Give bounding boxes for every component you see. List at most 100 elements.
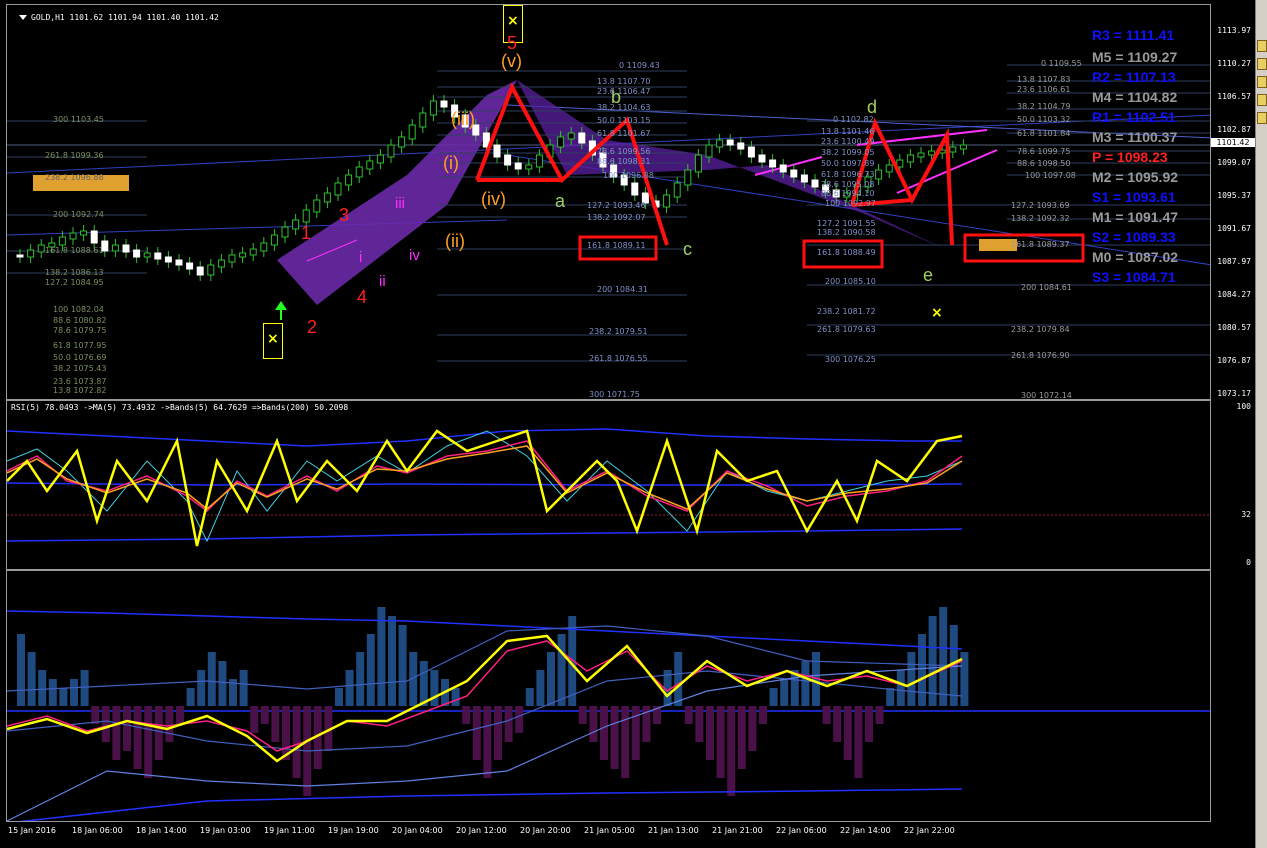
time-tick: 19 Jan 19:00 <box>328 826 379 835</box>
fib-mid2-label: 300 1076.25 <box>825 355 876 364</box>
fib-left-label: 200 1092.74 <box>53 210 104 219</box>
fib-right-label: 23.6 1106.61 <box>1017 85 1071 94</box>
fib-mid-label: 0 1109.43 <box>619 61 660 70</box>
time-tick: 20 Jan 04:00 <box>392 826 443 835</box>
toolbar-button[interactable] <box>1257 112 1267 124</box>
time-tick: 22 Jan 22:00 <box>904 826 955 835</box>
fib-mid-label: 88.6 1098.31 <box>597 157 651 166</box>
rsi-pane[interactable]: RSI(5) 78.0493 ->MA(5) 73.4932 ->Bands(5… <box>6 400 1211 570</box>
x-marker-e: × <box>931 305 943 321</box>
histogram-chart-svg <box>7 607 1210 821</box>
pivot-label-m0: M0 = 1087.02 <box>1092 249 1179 265</box>
toolbar-button[interactable] <box>1257 76 1267 88</box>
price-tick: 1099.07 <box>1217 158 1251 167</box>
fib-right-label: 261.8 1076.90 <box>1011 351 1070 360</box>
fib-right-label: 100 1097.08 <box>1025 171 1076 180</box>
fib-mid-label: 100 1096.88 <box>603 171 654 180</box>
price-tick: 1087.97 <box>1217 257 1251 266</box>
fib-right-label: 61.8 1101.84 <box>1017 129 1071 138</box>
rsi-tick: 100 <box>1236 402 1251 411</box>
pivot-label-s1: S1 = 1093.61 <box>1092 189 1176 205</box>
time-axis[interactable]: 15 Jan 2016 18 Jan 06:00 18 Jan 14:00 19… <box>6 822 1211 848</box>
fib-right-label: 0 1109.55 <box>1041 59 1082 68</box>
pivot-label-p: P = 1098.23 <box>1092 149 1168 165</box>
chart-menu-arrow-icon[interactable] <box>19 15 27 20</box>
fib-mid2-label: 78.6 1095.08 <box>821 180 875 189</box>
pivot-label-r3: R3 = 1111.41 <box>1092 27 1175 43</box>
fib-left-label: 138.2 1086.13 <box>45 268 104 277</box>
pivot-label-m1: M1 = 1091.47 <box>1092 209 1179 225</box>
fib-left-label: 61.8 1077.95 <box>53 341 107 350</box>
wave-label-c: c <box>683 239 692 259</box>
time-tick: 19 Jan 11:00 <box>264 826 315 835</box>
fib-mid-label: 61.8 1101.67 <box>597 129 651 138</box>
fib-mid-label: 200 1084.31 <box>597 285 648 294</box>
time-tick: 22 Jan 14:00 <box>840 826 891 835</box>
time-tick: 22 Jan 06:00 <box>776 826 827 835</box>
rsi-chart-svg <box>7 428 1210 547</box>
fib-mid2-label: 0 1102.82 <box>833 115 874 124</box>
fib-left-label: 161.8 1088.61 <box>45 246 104 255</box>
chart-window: GOLD,H1 1101.62 1101.94 1101.40 1101.42 … <box>0 0 1267 848</box>
pivot-label-m3: M3 = 1100.37 <box>1092 129 1178 145</box>
rsi-axis[interactable]: 100 32 0 <box>1211 400 1255 570</box>
fib-right-label: 78.6 1099.75 <box>1017 147 1071 156</box>
fib-left-label: 300 1103.45 <box>53 115 104 124</box>
chart-title: GOLD,H1 1101.62 1101.94 1101.40 1101.42 <box>31 13 219 22</box>
fib-left-label: 88.6 1080.82 <box>53 316 107 325</box>
x-marker-bottom: × <box>267 331 279 347</box>
time-tick: 18 Jan 06:00 <box>72 826 123 835</box>
wave-label-paren-iii: (iii) <box>451 109 475 129</box>
wave-label-2: 2 <box>307 317 318 337</box>
fib-left-label: 238.2 1096.88 <box>45 173 104 182</box>
pivot-label-s2: S2 = 1089.33 <box>1092 229 1176 245</box>
price-axis[interactable]: 1113.97 1110.27 1106.57 1102.87 1099.07 … <box>1211 4 1255 400</box>
fib-left-label: 261.8 1099.36 <box>45 151 104 160</box>
time-tick: 21 Jan 13:00 <box>648 826 699 835</box>
pivot-label-s3: S3 = 1084.71 <box>1092 269 1176 285</box>
time-tick: 15 Jan 2016 <box>8 826 56 835</box>
fib-mid-label: 78.6 1099.56 <box>597 147 651 156</box>
fib-right-label: 127.2 1093.69 <box>1011 201 1070 210</box>
histogram-axis <box>1211 570 1255 822</box>
fib-left-label: 127.2 1084.95 <box>45 278 104 287</box>
fib-right-label: 161.8 1089.37 <box>1011 240 1070 249</box>
histogram-pane[interactable] <box>6 570 1211 822</box>
toolbar-button[interactable] <box>1257 94 1267 106</box>
fib-mid-label: 300 1071.75 <box>589 390 640 399</box>
fib-right-label: 50.0 1103.32 <box>1017 115 1071 124</box>
fib-mid2-label: 23.6 1100.49 <box>821 137 875 146</box>
fib-mid-label: 38.2 1104.63 <box>597 103 651 112</box>
fib-mid2-label: 50.0 1097.89 <box>821 159 875 168</box>
rsi-tick: 32 <box>1241 510 1251 519</box>
price-tick: 1091.67 <box>1217 224 1251 233</box>
price-pane[interactable]: GOLD,H1 1101.62 1101.94 1101.40 1101.42 … <box>6 4 1211 400</box>
time-tick: 21 Jan 05:00 <box>584 826 635 835</box>
price-tick: 1073.17 <box>1217 389 1251 398</box>
wave-label-3: 3 <box>339 205 350 225</box>
wave-label-1: 1 <box>301 223 312 243</box>
fib-mid2-label: 127.2 1091.55 <box>817 219 876 228</box>
rsi-title: RSI(5) 78.0493 ->MA(5) 73.4932 ->Bands(5… <box>11 403 349 412</box>
time-tick: 21 Jan 21:00 <box>712 826 763 835</box>
pivot-label-r2: R2 = 1107.13 <box>1092 69 1176 85</box>
fib-right-label: 138.2 1092.32 <box>1011 214 1070 223</box>
time-tick: 18 Jan 14:00 <box>136 826 187 835</box>
fib-left-label: 13.8 1072.82 <box>53 386 107 395</box>
fib-left-label: 38.2 1075.43 <box>53 364 107 373</box>
price-tick: 1102.87 <box>1217 125 1251 134</box>
fib-left-label: 23.6 1073.87 <box>53 377 107 386</box>
price-tick: 1110.27 <box>1217 59 1251 68</box>
fib-left-label: 100 1082.04 <box>53 305 104 314</box>
time-tick: 19 Jan 03:00 <box>200 826 251 835</box>
toolbar-button[interactable] <box>1257 58 1267 70</box>
toolbar-button[interactable] <box>1257 40 1267 52</box>
price-tick: 1106.57 <box>1217 92 1251 101</box>
wave-label-4: 4 <box>357 287 368 307</box>
fib-left-label: 50.0 1076.69 <box>53 353 107 362</box>
fib-mid-label: 261.8 1076.55 <box>589 354 648 363</box>
current-price-label: 1101.42 <box>1211 138 1255 147</box>
wave-label-iv: iv <box>409 247 420 264</box>
price-tick: 1095.37 <box>1217 191 1251 200</box>
pivot-label-m2: M2 = 1095.92 <box>1092 169 1179 185</box>
